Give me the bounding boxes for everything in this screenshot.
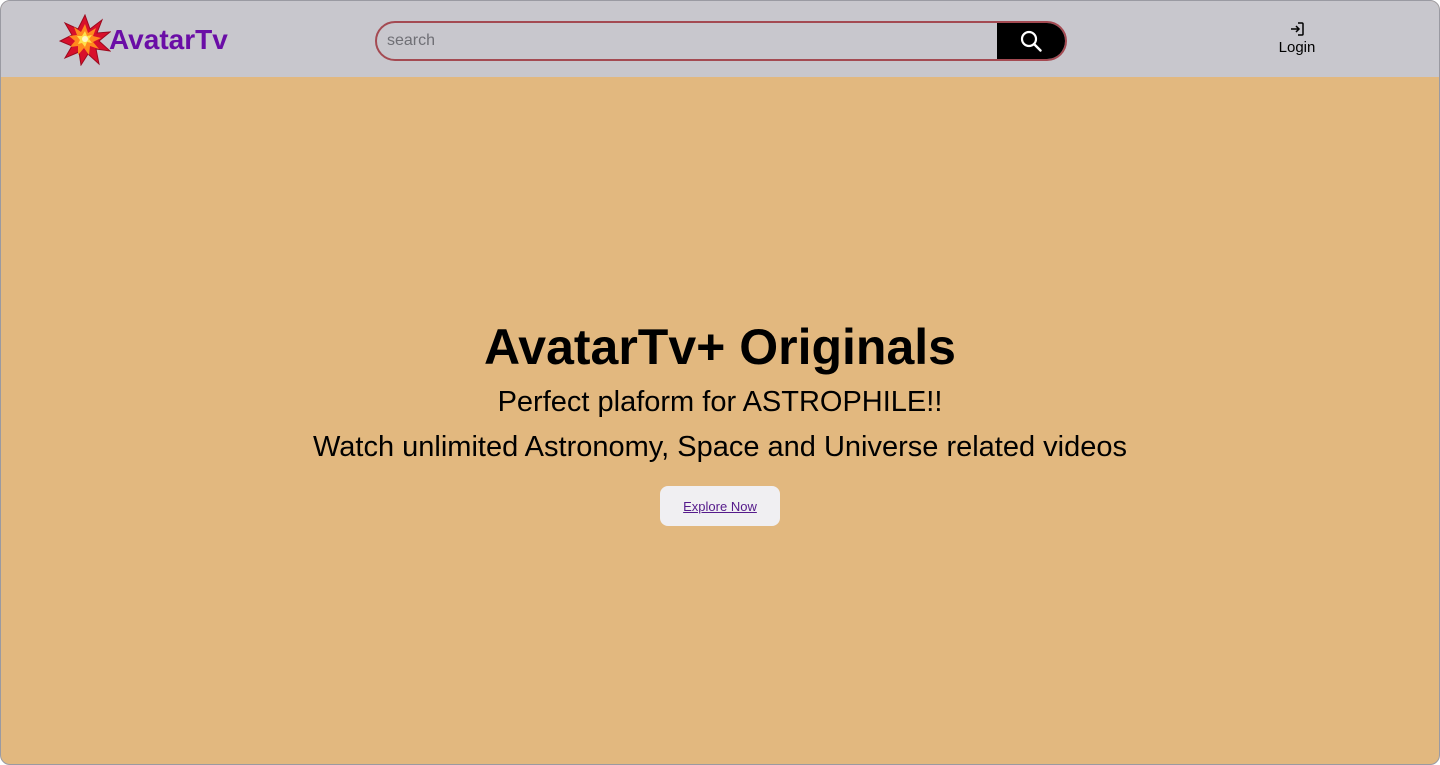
hero-tagline: Watch unlimited Astronomy, Space and Uni… xyxy=(312,431,1127,463)
browser-viewport: AvatarTv Login AvatarTv+ Originals Perfe… xyxy=(0,0,1440,765)
login-label: Login xyxy=(1278,39,1316,56)
hero-title: AvatarTv+ Originals xyxy=(484,319,956,375)
search-button[interactable] xyxy=(997,23,1065,59)
navbar: AvatarTv Login xyxy=(1,1,1439,77)
hero-subtitle: Perfect plaform for ASTROPHILE!! xyxy=(497,386,943,418)
login-icon xyxy=(1291,22,1304,36)
search-bar xyxy=(375,21,1067,61)
login-button[interactable]: Login xyxy=(1267,21,1327,61)
brand-link[interactable]: AvatarTv xyxy=(59,14,228,66)
search-input[interactable] xyxy=(377,23,997,59)
search-icon xyxy=(1020,30,1042,52)
star-burst-icon xyxy=(59,14,111,66)
brand-name: AvatarTv xyxy=(109,24,228,55)
explore-now-button[interactable]: Explore Now xyxy=(660,486,780,526)
hero-section: AvatarTv+ Originals Perfect plaform for … xyxy=(1,77,1439,764)
